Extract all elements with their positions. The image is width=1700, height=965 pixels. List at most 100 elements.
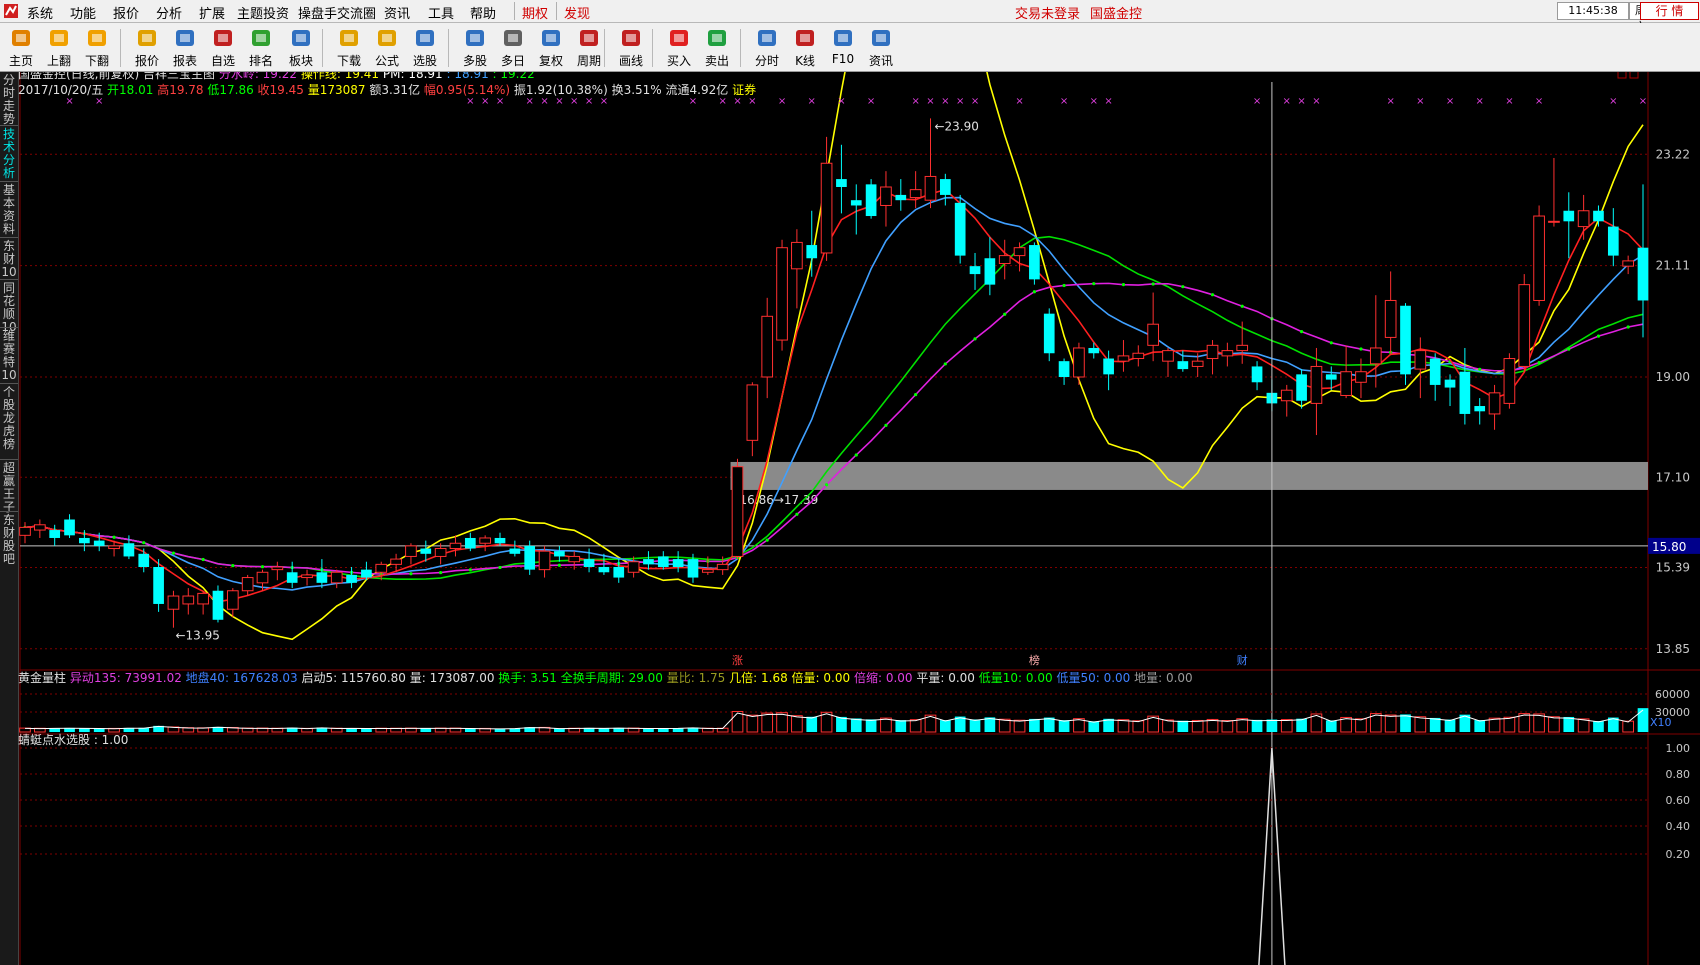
chart-quote-row-item: 额3.31亿 bbox=[366, 82, 421, 97]
toolbar-kline-button[interactable]: K线 bbox=[786, 25, 824, 69]
candle-body-up bbox=[1013, 247, 1026, 257]
volume-bar-down bbox=[1429, 717, 1441, 732]
magenta-ma-dot bbox=[1478, 367, 1482, 371]
ind-tick-label: 0.20 bbox=[1666, 848, 1691, 861]
toolbar-buy-button[interactable]: 买入 bbox=[660, 25, 698, 69]
candle-body-up bbox=[627, 561, 640, 573]
candle-body-down bbox=[598, 567, 610, 573]
signal-x-marker: × bbox=[496, 96, 504, 107]
event-marker: 涨 bbox=[732, 654, 743, 667]
candle-body-down bbox=[93, 540, 105, 546]
toolbar-draw-line-button[interactable]: 画线 bbox=[612, 25, 650, 69]
volume-bar-down bbox=[1296, 718, 1307, 732]
magenta-ma-dot bbox=[1181, 285, 1185, 289]
f8-icon bbox=[578, 27, 600, 49]
signal-x-marker: × bbox=[555, 96, 563, 107]
menu-tools[interactable]: 工具 bbox=[428, 3, 454, 22]
magenta-ma-dot bbox=[1121, 283, 1126, 287]
toolbar-label: 复权 bbox=[538, 54, 563, 68]
toolbar-down-arrow-button[interactable]: 下翻 bbox=[78, 25, 116, 69]
toolbar-rank-button[interactable]: 排名 bbox=[242, 25, 280, 69]
stock-title: 国盛金控 bbox=[1090, 7, 1143, 22]
toolbar-home-button[interactable]: 主页 bbox=[2, 25, 40, 69]
toolbar-restore-button[interactable]: 复权 bbox=[532, 25, 570, 69]
toolbar-multi-day-button[interactable]: 多日 bbox=[494, 25, 532, 69]
candle-body-down bbox=[1459, 371, 1471, 414]
candle-body-up bbox=[1414, 350, 1427, 370]
magenta-ma-dot bbox=[1567, 347, 1571, 351]
magenta-ma-dot bbox=[1537, 360, 1541, 365]
candle-body-up bbox=[1280, 389, 1293, 402]
volume-bar-up bbox=[880, 717, 892, 733]
menu-discover[interactable]: 发现 bbox=[564, 3, 590, 22]
toolbar-sell-button[interactable]: 卖出 bbox=[698, 25, 736, 69]
menu-analysis[interactable]: 分析 bbox=[156, 3, 182, 22]
volume-bar-down bbox=[1058, 720, 1070, 732]
toolbar-news-button[interactable]: 资讯 bbox=[862, 25, 900, 69]
menu-options[interactable]: 期权 bbox=[522, 3, 548, 22]
maximize-window-icon bbox=[1629, 72, 1639, 79]
signal-x-marker: × bbox=[65, 96, 73, 107]
volume-bar-up bbox=[776, 712, 788, 733]
menu-theme-invest[interactable]: 主题投资 bbox=[237, 3, 289, 22]
toolbar-report-button[interactable]: 报表 bbox=[166, 25, 204, 69]
toolbar-label: K线 bbox=[795, 54, 815, 68]
toolbar-timeshare-button[interactable]: 分时 bbox=[748, 25, 786, 69]
toolbar-f8-button[interactable]: 周期 bbox=[570, 25, 608, 69]
candle-body-down bbox=[969, 266, 981, 275]
candle-body-up bbox=[1533, 215, 1545, 301]
high-price-label: ←23.90 bbox=[934, 119, 978, 133]
quote-mode-button[interactable]: 行 情 bbox=[1640, 2, 1699, 20]
candle-body-up bbox=[1236, 344, 1249, 352]
candle-body-down bbox=[79, 537, 90, 544]
menu-function[interactable]: 功能 bbox=[70, 3, 96, 22]
candle-body-down bbox=[954, 202, 966, 256]
toolbar-f6-button[interactable]: 自选 bbox=[204, 25, 242, 69]
candle-body-down bbox=[420, 548, 432, 554]
menu-extend[interactable]: 扩展 bbox=[199, 3, 225, 22]
toolbar-formula-button[interactable]: 公式 bbox=[368, 25, 406, 69]
candle-body-up bbox=[1488, 392, 1501, 415]
volume-header-row-item: 倍缩: 0.00 bbox=[850, 670, 912, 685]
candle-body-down bbox=[1429, 358, 1441, 385]
toolbar-blocks-button[interactable]: 板块 bbox=[282, 25, 320, 69]
candle-body-up bbox=[538, 550, 551, 571]
magenta-ma-dot bbox=[854, 453, 858, 457]
magenta-ma-dot bbox=[409, 572, 413, 576]
toolbar-up-arrow-button[interactable]: 上翻 bbox=[40, 25, 78, 69]
menu-system[interactable]: 系统 bbox=[27, 3, 53, 22]
login-status[interactable]: 交易未登录 bbox=[1015, 3, 1080, 22]
volume-bar-up bbox=[1132, 720, 1145, 733]
candle-body-up bbox=[1162, 350, 1174, 362]
candle-body-down bbox=[509, 548, 521, 554]
magenta-ma-dot bbox=[765, 538, 769, 542]
toolbar-f10-button[interactable]: F10 bbox=[824, 25, 862, 69]
toolbar-pick-stock-button[interactable]: 选股 bbox=[406, 25, 444, 69]
volume-bar-up bbox=[761, 712, 774, 733]
volume-bar-down bbox=[1266, 719, 1278, 732]
volume-header-row-item: 异动135: 73991.02 bbox=[66, 671, 182, 685]
magenta-ma-dot bbox=[1003, 312, 1007, 316]
signal-x-marker: × bbox=[600, 96, 608, 107]
toolbar-label: 资讯 bbox=[868, 54, 893, 68]
candle-body-down bbox=[1444, 379, 1456, 388]
volume-bar-up bbox=[909, 719, 922, 733]
signal-x-marker: × bbox=[585, 96, 593, 107]
magenta-ma-dot bbox=[1210, 293, 1215, 297]
candle-body-up bbox=[1191, 360, 1204, 367]
rank-icon bbox=[250, 27, 272, 49]
volume-bar-up bbox=[1548, 716, 1560, 733]
toolbar-download-button[interactable]: 下载 bbox=[330, 25, 368, 69]
menu-trader-circle[interactable]: 操盘手交流圈 bbox=[298, 3, 376, 22]
menu-help[interactable]: 帮助 bbox=[470, 3, 496, 22]
vol-tick-label: 60000 bbox=[1655, 688, 1690, 701]
menu-quote[interactable]: 报价 bbox=[113, 3, 139, 22]
toolbar-divider bbox=[322, 29, 323, 67]
kline-chart[interactable]: 国盛金控(日线,前复权) 吉祥三宝主图 分水岭: 19.22 操作线: 19.4… bbox=[0, 72, 1700, 965]
toolbar-yen-button[interactable]: 报价 bbox=[128, 25, 166, 69]
candle-body-up bbox=[716, 563, 729, 571]
menu-news[interactable]: 资讯 bbox=[384, 3, 410, 22]
toolbar-multi-stock-button[interactable]: 多股 bbox=[456, 25, 494, 69]
signal-x-marker: × bbox=[1639, 96, 1647, 107]
chart-quote-row-item: 流通4.92亿 bbox=[662, 82, 729, 97]
